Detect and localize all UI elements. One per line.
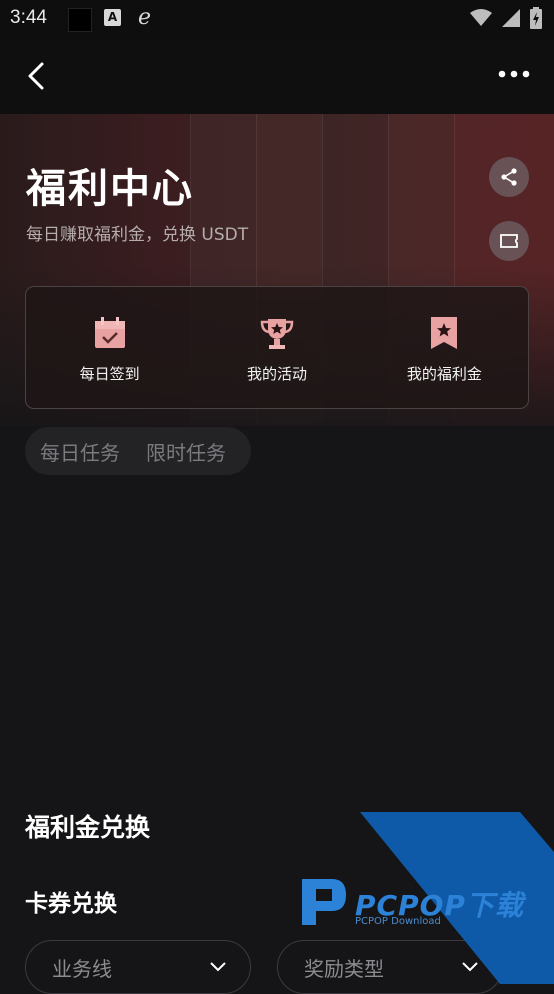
bookmark-star-icon — [431, 317, 458, 349]
trophy-icon — [260, 319, 294, 349]
coupon-exchange-title: 卡券兑换 — [25, 891, 117, 917]
page-subtitle: 每日赚取福利金，兑换 USDT — [26, 225, 249, 245]
a-notification-icon: A — [104, 9, 121, 26]
my-activities-button[interactable]: 我的活动 — [193, 287, 360, 408]
status-icons — [470, 7, 542, 29]
daily-checkin-label: 每日签到 — [79, 365, 140, 383]
share-button[interactable] — [489, 157, 529, 197]
welfare-exchange-title: 福利金兑换 — [25, 813, 151, 842]
status-bar: 3:44 A e — [0, 0, 554, 38]
calendar-check-icon — [94, 317, 125, 348]
more-options-icon[interactable] — [498, 64, 530, 84]
task-tabs: 每日任务 限时任务 — [25, 427, 251, 475]
notification-square-icon — [68, 8, 92, 32]
battery-charging-icon — [530, 7, 542, 29]
status-time: 3:44 — [10, 7, 47, 28]
tab-daily-tasks[interactable]: 每日任务 — [40, 437, 120, 466]
quick-actions-card: 每日签到 我的活动 我的福利金 — [25, 286, 529, 409]
my-welfare-label: 我的福利金 — [406, 365, 482, 383]
watermark-sub: PCPOP Download — [355, 916, 441, 927]
watermark-logo-icon — [302, 879, 346, 925]
signal-icon — [502, 9, 520, 27]
my-welfare-button[interactable]: 我的福利金 — [361, 287, 528, 408]
my-activities-label: 我的活动 — [246, 365, 307, 383]
back-arrow-icon[interactable] — [22, 58, 52, 94]
tab-limited-tasks[interactable]: 限时任务 — [146, 437, 226, 466]
share-icon — [501, 168, 517, 186]
chevron-down-icon — [210, 962, 226, 972]
ticket-icon — [500, 234, 518, 248]
page-title: 福利中心 — [26, 166, 194, 212]
wifi-icon — [470, 9, 492, 26]
business-line-select[interactable]: 业务线 — [25, 940, 251, 994]
browser-notification-icon: e — [138, 5, 152, 30]
coupon-button[interactable] — [489, 221, 529, 261]
business-line-label: 业务线 — [52, 956, 112, 981]
daily-checkin-button[interactable]: 每日签到 — [26, 287, 193, 408]
nav-bar — [0, 38, 554, 114]
